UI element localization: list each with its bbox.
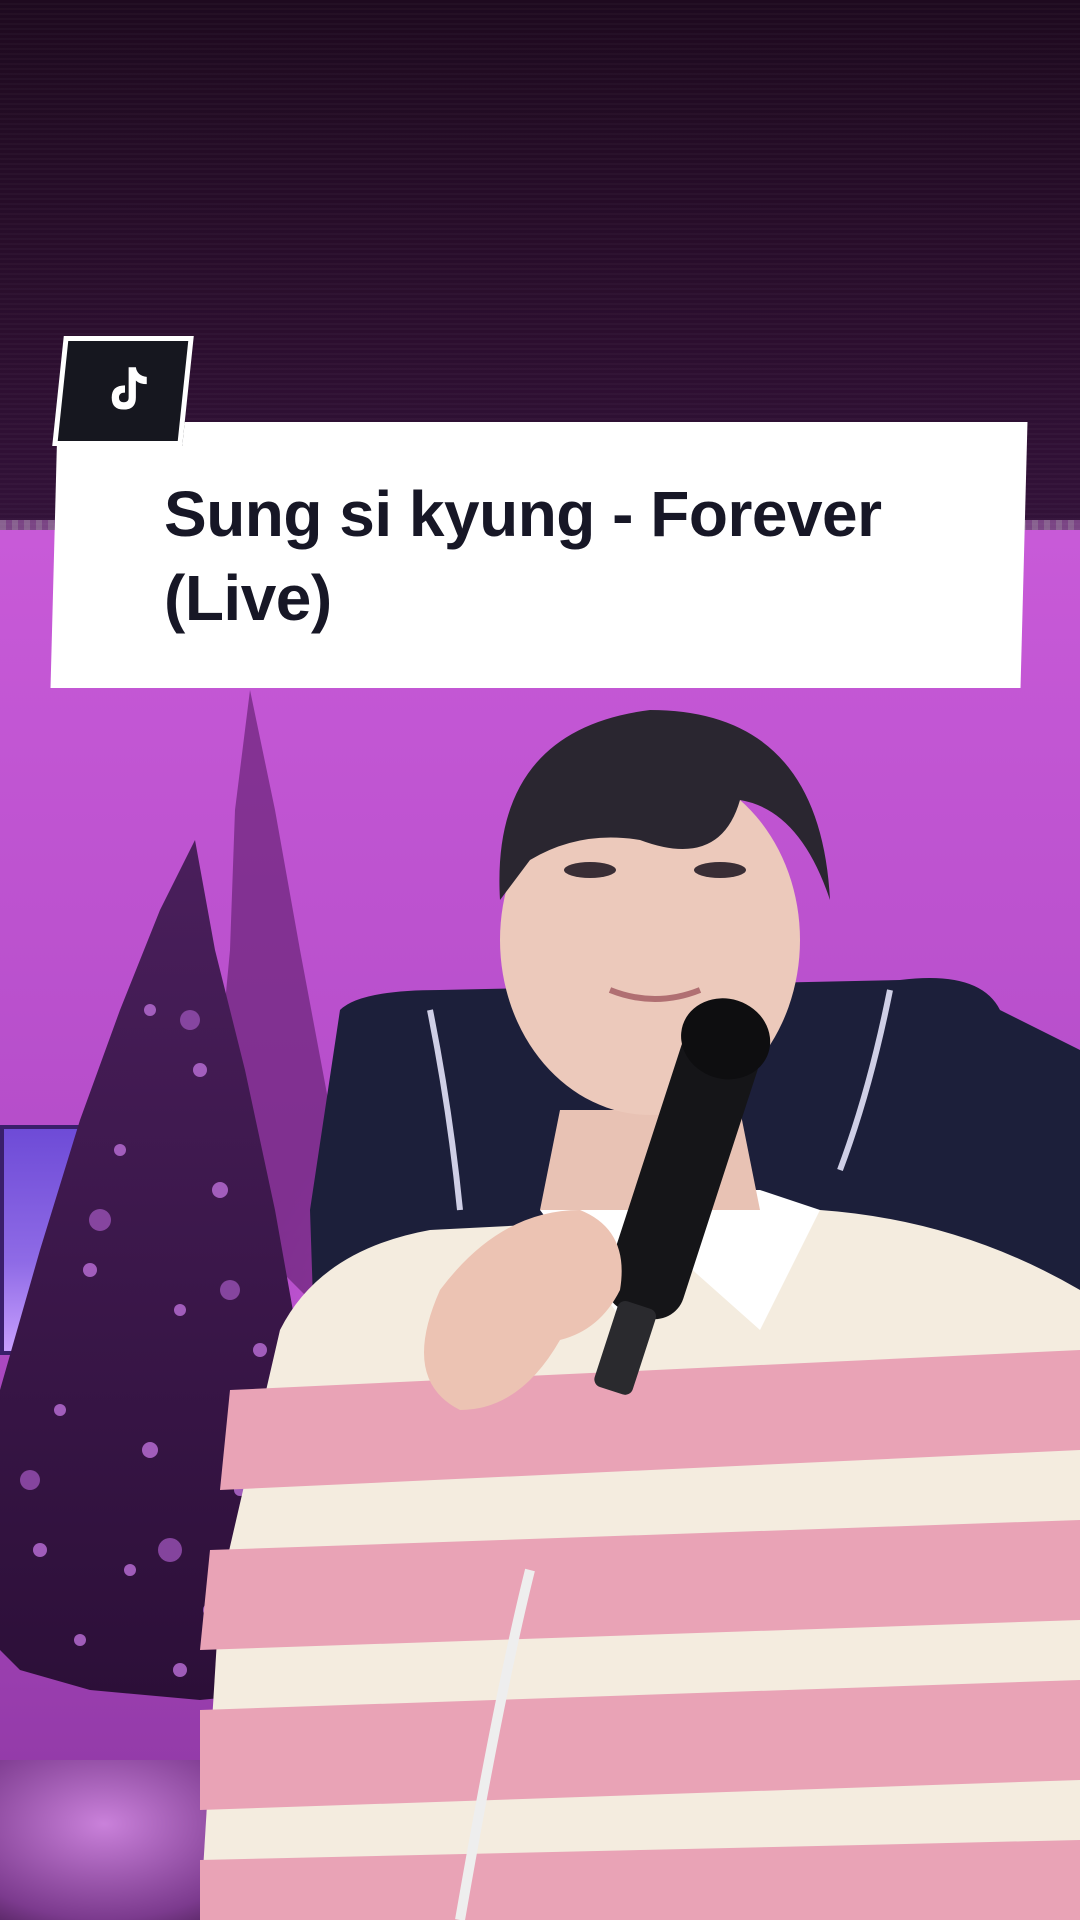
video-title: Sung si kyung - Forever (Live) (164, 478, 882, 634)
tiktok-logo-icon (111, 367, 147, 410)
singer-figure (200, 710, 1080, 1920)
video-frame[interactable]: Sung si kyung - Forever (Live) (0, 0, 1080, 1920)
